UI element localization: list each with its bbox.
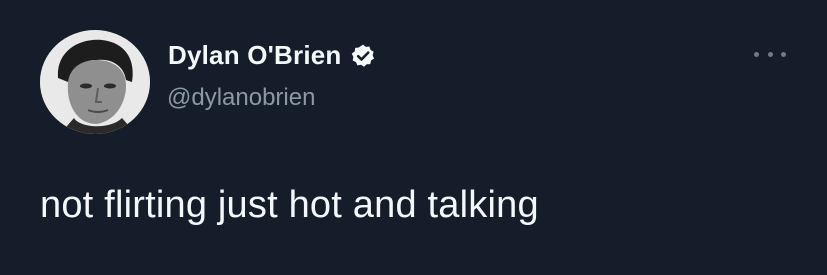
avatar[interactable] — [40, 30, 150, 134]
display-name[interactable]: Dylan O'Brien — [168, 40, 342, 71]
tweet-text: not flirting just hot and talking — [40, 184, 539, 226]
more-horizontal-icon — [754, 51, 759, 57]
profile-photo-icon — [40, 30, 150, 134]
user-handle[interactable]: @dylanobrien — [167, 84, 315, 112]
more-horizontal-icon — [767, 51, 773, 57]
name-row: Dylan O'Brien — [168, 40, 376, 71]
tweet-card: Dylan O'Brien @dylanobrien not flirting … — [0, 0, 827, 275]
verified-badge-icon — [350, 43, 376, 69]
more-options-button[interactable] — [754, 47, 786, 61]
more-horizontal-icon — [781, 51, 786, 57]
